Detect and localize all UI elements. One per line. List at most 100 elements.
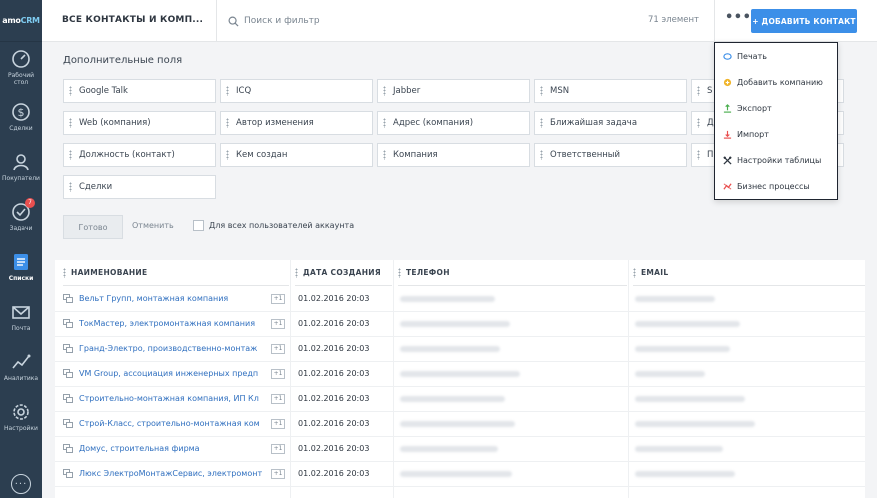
contact-name-link[interactable]: Гранд-Электро, производственно-монтаж: [79, 344, 257, 353]
field-chip[interactable]: ICQ: [220, 79, 373, 103]
add-contact-plus-button[interactable]: +1: [271, 419, 285, 429]
menu-item-add-company[interactable]: Добавить компанию: [715, 69, 837, 95]
column-header-phone[interactable]: ТЕЛЕФОН: [398, 260, 627, 286]
drag-handle-icon[interactable]: [697, 118, 700, 128]
drag-handle-icon[interactable]: [697, 150, 700, 160]
sidebar-item-deals[interactable]: $ Сделки: [0, 92, 42, 142]
contact-name-link[interactable]: Строительно-монтажная компания, ИП Кл: [79, 394, 259, 403]
menu-item-business-process[interactable]: Бизнес процессы: [715, 173, 837, 199]
drag-handle-icon[interactable]: [383, 150, 386, 160]
table-row[interactable]: Вельт Групп, монтажная компания +1 01.02.2…: [55, 287, 865, 312]
drag-handle-icon[interactable]: [69, 182, 72, 192]
contact-name-link[interactable]: Люкс ЭлектроМонтажСервис, электромонт: [79, 469, 262, 478]
column-header-name[interactable]: НАИМЕНОВАНИЕ: [63, 260, 289, 286]
column-header-email[interactable]: EMAIL: [633, 260, 865, 286]
add-contact-plus-button[interactable]: +1: [271, 344, 285, 354]
drag-handle-icon[interactable]: [226, 86, 229, 96]
drag-handle-icon[interactable]: [226, 118, 229, 128]
field-chip[interactable]: Адрес (компания): [377, 111, 530, 135]
menu-item-print[interactable]: Печать: [715, 43, 837, 69]
field-chip[interactable]: Ближайшая задача: [534, 111, 687, 135]
sidebar-item-mail[interactable]: Почта: [0, 292, 42, 342]
field-label: Должность (контакт): [79, 150, 175, 160]
table-row[interactable]: Домус, строительная фирма +1 01.02.2016 20…: [55, 437, 865, 462]
cancel-button[interactable]: Отменить: [132, 221, 174, 230]
drag-handle-icon[interactable]: [633, 267, 636, 278]
add-contact-plus-button[interactable]: +1: [271, 444, 285, 454]
contact-name-link[interactable]: Строй-Класс, строительно-монтажная ком: [79, 419, 260, 428]
drag-handle-icon[interactable]: [69, 118, 72, 128]
drag-handle-icon[interactable]: [69, 86, 72, 96]
drag-handle-icon[interactable]: [383, 118, 386, 128]
contact-name-cell: Люкс ЭлектроМонтажСервис, электромонт: [63, 469, 275, 478]
sidebar-item-tasks[interactable]: 7 Задачи: [0, 192, 42, 242]
contact-name-cell: Строй-Класс, строительно-монтажная ком: [63, 419, 275, 428]
contact-name-link[interactable]: VM Group, ассоциация инженерных предп: [79, 369, 258, 378]
field-chip[interactable]: Ответственный: [534, 143, 687, 167]
sidebar-item-lists[interactable]: Списки: [0, 242, 42, 292]
sidebar-item-analytics[interactable]: Аналитика: [0, 342, 42, 392]
header-label: ТЕЛЕФОН: [406, 268, 450, 277]
drag-handle-icon[interactable]: [540, 150, 543, 160]
field-chip[interactable]: Jabber: [377, 79, 530, 103]
date-cell: 01.02.2016 20:03: [298, 394, 370, 403]
table-row[interactable]: VM Group, ассоциация инженерных предп +1 0…: [55, 362, 865, 387]
field-chip[interactable]: Сделки: [63, 175, 216, 199]
field-chip[interactable]: Компания: [377, 143, 530, 167]
sidebar-item-settings[interactable]: Настройки: [0, 392, 42, 442]
table-row[interactable]: Строительно-монтажная компания, ИП Кл +1 0…: [55, 387, 865, 412]
add-contact-plus-button[interactable]: +1: [271, 294, 285, 304]
field-label: Web (компания): [79, 118, 151, 128]
column-header-date[interactable]: ДАТА СОЗДАНИЯ: [295, 260, 392, 286]
add-contact-plus-button[interactable]: +1: [271, 394, 285, 404]
menu-item-import[interactable]: Импорт: [715, 121, 837, 147]
sidebar-more[interactable]: ...: [0, 470, 42, 498]
table-row[interactable]: ТокМастер, электромонтажная компания +1 01…: [55, 312, 865, 337]
table-row[interactable]: Гранд-Электро, производственно-монтаж +1 0…: [55, 337, 865, 362]
page-title[interactable]: ВСЕ КОНТАКТЫ И КОМП...: [62, 15, 203, 25]
sidebar-item-label: Покупатели: [2, 175, 40, 182]
blurred-phone: [400, 371, 520, 377]
sidebar-item-label: Почта: [11, 325, 31, 332]
contact-name-link[interactable]: ТокМастер, электромонтажная компания: [79, 319, 255, 328]
search-input[interactable]: Поиск и фильтр: [228, 14, 488, 28]
contact-name-link[interactable]: Вельт Групп, монтажная компания: [79, 294, 228, 303]
add-contact-plus-button[interactable]: +1: [271, 369, 285, 379]
menu-item-export[interactable]: Экспорт: [715, 95, 837, 121]
field-chip[interactable]: Web (компания): [63, 111, 216, 135]
drag-handle-icon[interactable]: [226, 150, 229, 160]
drag-handle-icon[interactable]: [540, 118, 543, 128]
contact-name-link[interactable]: Домус, строительная фирма: [79, 444, 200, 453]
logo[interactable]: amo CRM: [0, 0, 42, 42]
field-chip[interactable]: Должность (контакт): [63, 143, 216, 167]
sidebar-item-dashboard[interactable]: Рабочий стол: [0, 42, 42, 92]
drag-handle-icon[interactable]: [295, 267, 298, 278]
table-row[interactable]: Люкс ЭлектроМонтажСервис, электромонт +1 0…: [55, 462, 865, 487]
company-icon: [63, 469, 73, 478]
add-contact-plus-button[interactable]: +1: [271, 319, 285, 329]
field-chip[interactable]: MSN: [534, 79, 687, 103]
menu-item-label: Печать: [737, 51, 767, 61]
sidebar-item-customers[interactable]: Покупатели: [0, 142, 42, 192]
drag-handle-icon[interactable]: [63, 267, 66, 278]
ready-button[interactable]: Готово: [63, 215, 123, 239]
menu-item-table-settings[interactable]: Настройки таблицы: [715, 147, 837, 173]
drag-handle-icon[interactable]: [697, 86, 700, 96]
table-row[interactable]: Строй-Класс, строительно-монтажная ком +1…: [55, 412, 865, 437]
svg-text:$: $: [18, 106, 25, 119]
field-chip[interactable]: Кем создан: [220, 143, 373, 167]
more-actions-button[interactable]: •••: [725, 11, 751, 24]
all-users-checkbox[interactable]: [193, 220, 204, 231]
drag-handle-icon[interactable]: [383, 86, 386, 96]
field-chip[interactable]: Автор изменения: [220, 111, 373, 135]
date-cell: 01.02.2016 20:03: [298, 369, 370, 378]
add-contact-plus-button[interactable]: +1: [271, 469, 285, 479]
search-icon: [228, 16, 239, 27]
date-cell: 01.02.2016 20:03: [298, 344, 370, 353]
drag-handle-icon[interactable]: [398, 267, 401, 278]
field-chip[interactable]: Google Talk: [63, 79, 216, 103]
drag-handle-icon[interactable]: [540, 86, 543, 96]
logo-sub: CRM: [20, 16, 40, 25]
add-contact-button[interactable]: + ДОБАВИТЬ КОНТАКТ: [751, 9, 857, 33]
drag-handle-icon[interactable]: [69, 150, 72, 160]
